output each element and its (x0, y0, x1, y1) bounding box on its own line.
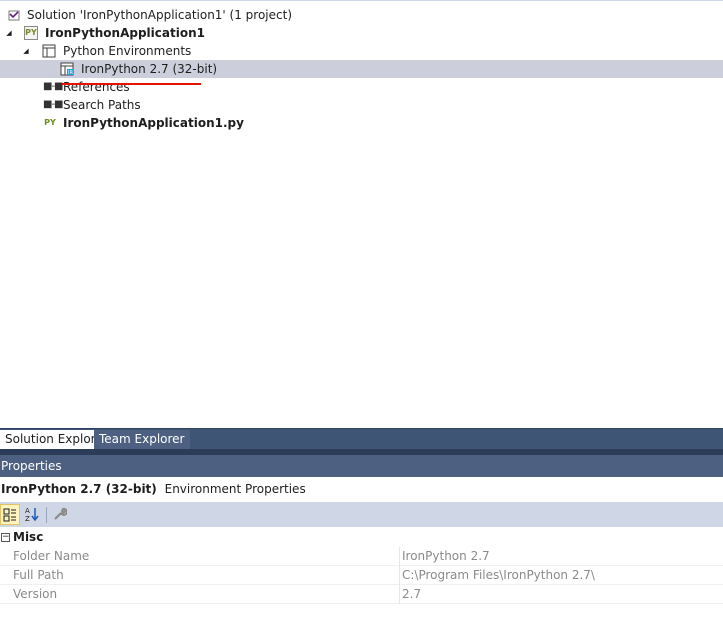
categorized-icon (3, 508, 17, 525)
properties-title-bar[interactable]: Properties (0, 455, 723, 477)
tree-row-file[interactable]: PY IronPythonApplication1.py (0, 114, 723, 132)
properties-toolbar: A Z (0, 502, 723, 527)
tree-row-project[interactable]: ◢ PY IronPythonApplication1 (0, 24, 723, 42)
tree-row-environment[interactable]: IR IronPython 2.7 (32-bit) (0, 60, 723, 78)
tool-window-tab-strip: Solution Explorer Team Explorer (0, 428, 723, 450)
wrench-icon (53, 507, 68, 524)
svg-text:IR: IR (68, 70, 73, 76)
solution-explorer-tree[interactable]: Solution 'IronPythonApplication1' (1 pro… (0, 0, 723, 428)
property-value: IronPython 2.7 (402, 549, 490, 563)
grid-splitter[interactable] (399, 547, 400, 566)
property-value: 2.7 (402, 587, 422, 601)
svg-text:Z: Z (25, 515, 30, 522)
tree-row-references[interactable]: ■-■ References (0, 78, 723, 96)
property-row-full-path[interactable]: Full Path C:\Program Files\IronPython 2.… (0, 566, 723, 585)
python-project-icon: PY (24, 26, 38, 40)
object-type: Environment Properties (164, 482, 306, 496)
visual-studio-solution-icon (7, 8, 21, 22)
svg-text:A: A (25, 507, 30, 515)
tab-team-explorer[interactable]: Team Explorer (94, 430, 190, 450)
property-name: Version (13, 587, 58, 601)
references-label: References (63, 80, 130, 94)
tree-row-solution[interactable]: Solution 'IronPythonApplication1' (1 pro… (0, 6, 723, 24)
object-name: IronPython 2.7 (32-bit) (1, 482, 157, 496)
property-name: Full Path (13, 568, 64, 582)
properties-title: Properties (1, 459, 62, 473)
grid-splitter[interactable] (399, 585, 400, 604)
toolbar-separator (46, 507, 47, 523)
category-label: Misc (13, 530, 44, 544)
file-label: IronPythonApplication1.py (63, 116, 244, 130)
tree-row-search-paths[interactable]: ■-■ Search Paths (0, 96, 723, 114)
tree-row-python-environments[interactable]: ◢ Python Environments (0, 42, 723, 60)
search-paths-icon: ■-■ (43, 99, 64, 110)
search-paths-label: Search Paths (63, 98, 141, 112)
property-grid: − Misc Folder Name IronPython 2.7 Full P… (0, 527, 723, 627)
property-row-folder-name[interactable]: Folder Name IronPython 2.7 (0, 547, 723, 566)
grid-splitter[interactable] (399, 566, 400, 585)
object-selector[interactable]: IronPython 2.7 (32-bit) Environment Prop… (0, 478, 723, 500)
python-environments-label: Python Environments (63, 44, 192, 58)
project-label: IronPythonApplication1 (45, 26, 205, 40)
solution-label: Solution 'IronPythonApplication1' (1 pro… (27, 8, 293, 22)
alphabetical-sort-icon: A Z (24, 507, 40, 525)
expand-arrow-icon[interactable]: ◢ (21, 42, 31, 60)
property-row-version[interactable]: Version 2.7 (0, 585, 723, 604)
collapse-icon[interactable]: − (1, 533, 10, 542)
category-misc[interactable]: − Misc (0, 528, 723, 547)
categorized-button[interactable] (0, 504, 20, 525)
property-value: C:\Program Files\IronPython 2.7\ (402, 568, 595, 582)
property-name: Folder Name (13, 549, 90, 563)
python-environments-icon (42, 44, 56, 58)
alphabetical-button[interactable]: A Z (22, 504, 42, 525)
expand-arrow-icon[interactable]: ◢ (4, 24, 14, 42)
python-environment-icon: IR (60, 62, 74, 76)
property-pages-button[interactable] (50, 504, 70, 525)
python-file-icon: PY (44, 118, 56, 127)
red-underline-annotation (62, 83, 201, 85)
environment-label: IronPython 2.7 (32-bit) (81, 62, 218, 76)
references-icon: ■-■ (43, 81, 64, 92)
